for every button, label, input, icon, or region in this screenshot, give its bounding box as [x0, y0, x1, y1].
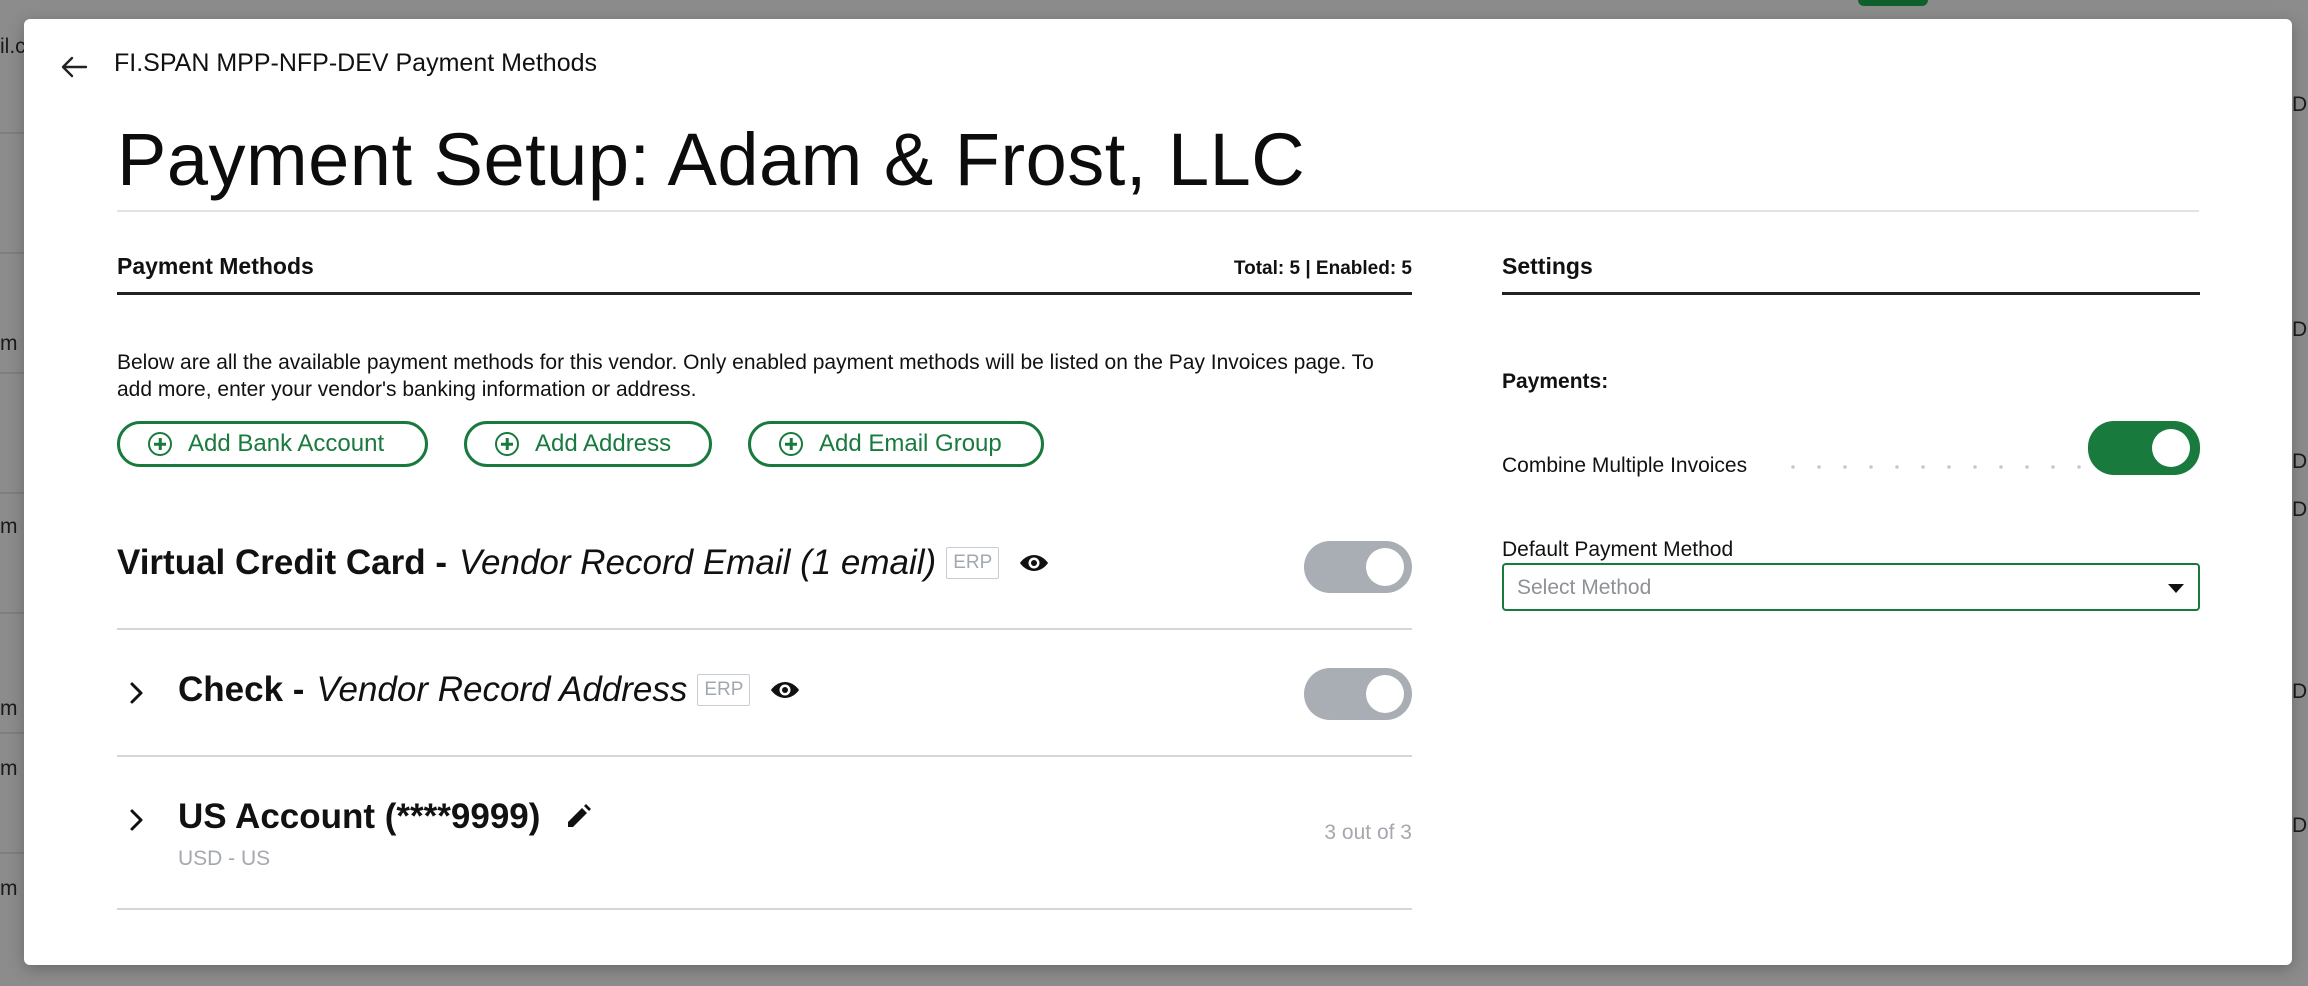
combine-invoices-toggle[interactable] [2088, 421, 2200, 475]
virtual-credit-card-toggle[interactable] [1304, 541, 1412, 593]
add-address-label: Add Address [535, 430, 672, 457]
dotted-leader [1780, 465, 2096, 469]
us-account-method: US Account (****9999) [178, 797, 592, 837]
add-email-group-label: Add Email Group [819, 430, 1002, 457]
method-name: Check - [178, 670, 305, 709]
virtual-credit-card-method: Virtual Credit Card - Vendor Record Emai… [117, 543, 1049, 583]
erp-badge: ERP [697, 674, 751, 706]
combine-invoices-label: Combine Multiple Invoices [1502, 454, 1748, 477]
method-name: Virtual Credit Card - [117, 543, 447, 582]
background-row-divider [0, 132, 24, 134]
eye-icon[interactable] [1019, 553, 1049, 573]
payments-label: Payments: [1502, 370, 1609, 393]
eye-icon[interactable] [770, 680, 800, 700]
payment-methods-header: Payment Methods [117, 253, 314, 279]
payment-methods-description: Below are all the available payment meth… [117, 351, 1374, 401]
title-divider [117, 210, 2199, 212]
toggle-knob [1366, 548, 1404, 586]
background-cell-text: Da [2292, 680, 2308, 703]
background-row-divider [0, 492, 24, 494]
default-payment-method-label: Default Payment Method [1502, 538, 1734, 561]
background-row-divider [0, 852, 24, 854]
check-method: Check - Vendor Record Address ERP [178, 670, 800, 710]
us-account-currency: USD - US [178, 847, 271, 870]
background-row-divider [0, 612, 24, 614]
plus-circle-icon [148, 432, 172, 456]
background-row-divider [0, 732, 24, 734]
background-cell-text: m [0, 757, 18, 780]
settings-header: Settings [1502, 253, 1593, 279]
background-cell-text: m [0, 877, 18, 900]
payment-methods-divider [117, 292, 1412, 295]
background-cell-text: Da [2292, 450, 2308, 473]
method-row-divider [117, 755, 1412, 757]
background-cell-text: Da [2292, 318, 2308, 341]
toggle-knob [2152, 429, 2190, 467]
method-row-divider [117, 628, 1412, 630]
caret-down-icon [2168, 584, 2184, 593]
chevron-right-icon[interactable] [128, 681, 144, 710]
payment-setup-modal: FI.SPAN MPP-NFP-DEV Payment Methods Paym… [24, 19, 2292, 965]
background-cell-text: Da [2292, 93, 2308, 116]
erp-badge: ERP [946, 547, 1000, 579]
plus-circle-icon [495, 432, 519, 456]
payment-methods-totals: Total: 5 | Enabled: 5 [1233, 258, 1412, 279]
background-cell-text: il.c [0, 35, 26, 58]
modal-title: FI.SPAN MPP-NFP-DEV Payment Methods [114, 49, 597, 77]
background-row-divider [0, 372, 24, 374]
add-bank-account-label: Add Bank Account [188, 430, 385, 457]
plus-circle-icon [779, 432, 803, 456]
default-payment-method-select[interactable]: Select Method [1502, 563, 2200, 611]
background-cell-text: Da [2292, 814, 2308, 837]
method-row-divider [117, 908, 1412, 910]
background-cell-text: m [0, 515, 18, 538]
pencil-icon[interactable] [564, 803, 592, 831]
toggle-knob [1366, 675, 1404, 713]
select-placeholder: Select Method [1517, 576, 1652, 599]
back-button[interactable] [54, 49, 94, 85]
background-cell-text: m [0, 697, 18, 720]
check-toggle[interactable] [1304, 668, 1412, 720]
arrow-left-icon [61, 56, 88, 78]
add-email-group-button[interactable]: Add Email Group [748, 421, 1044, 467]
method-name: US Account (****9999) [178, 797, 541, 836]
add-address-button[interactable]: Add Address [464, 421, 712, 467]
page-title: Payment Setup: Adam & Frost, LLC [117, 118, 1306, 201]
add-bank-account-button[interactable]: Add Bank Account [117, 421, 428, 467]
background-status-pill [1858, 0, 1928, 6]
settings-divider [1502, 292, 2200, 295]
background-cell-text: Da [2292, 498, 2308, 521]
us-account-count: 3 out of 3 [1324, 821, 1412, 844]
background-cell-text: m [0, 332, 18, 355]
background-row-divider [0, 252, 24, 254]
chevron-right-icon[interactable] [128, 808, 144, 837]
method-detail: Vendor Record Email (1 email) [458, 543, 937, 582]
method-detail: Vendor Record Address [316, 670, 688, 709]
